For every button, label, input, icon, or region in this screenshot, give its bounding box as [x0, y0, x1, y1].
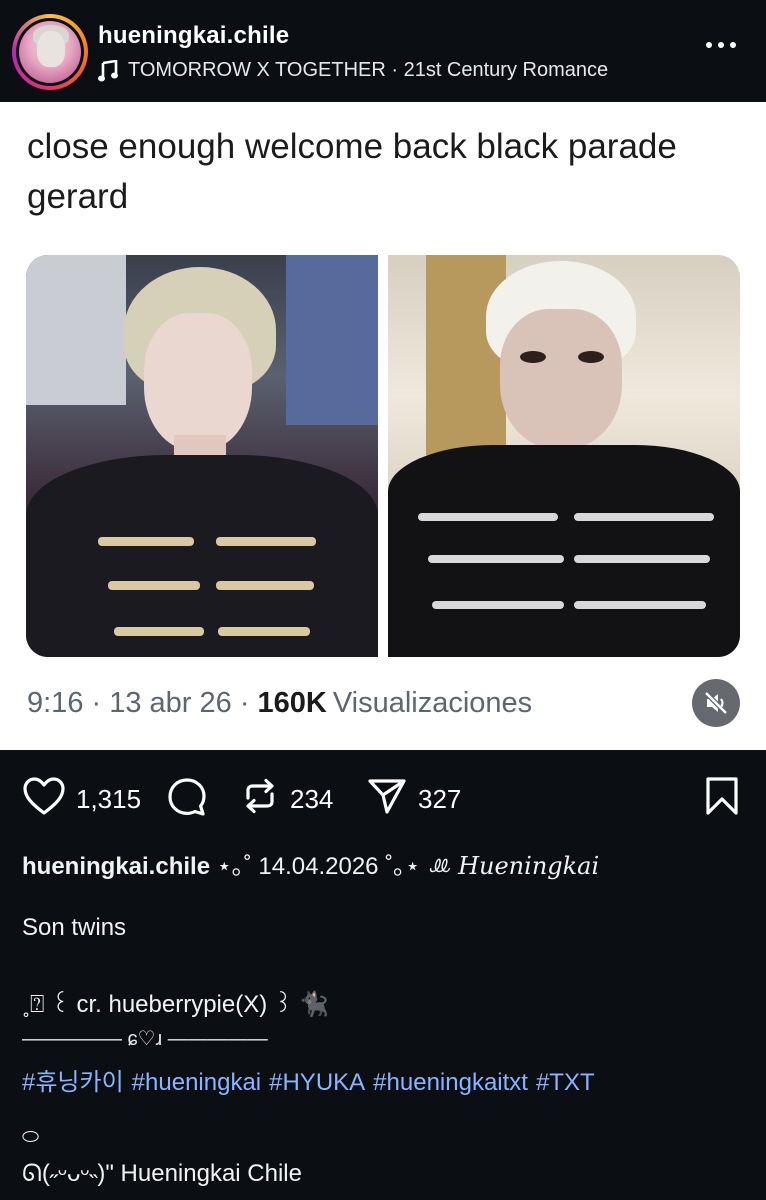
views-label: Visualizaciones [332, 687, 533, 719]
music-note-icon [98, 58, 118, 82]
hashtag-link[interactable]: #휴닝카이 [22, 1069, 124, 1096]
hashtag-link[interactable]: #HYUKA [269, 1069, 365, 1096]
caption-date: ⋆｡˚ 14.04.2026 ˚｡⋆ [216, 853, 421, 880]
caption-text: Son twins [22, 914, 127, 941]
action-bar: 1,315 234 327 [0, 750, 766, 840]
repost-icon [240, 776, 280, 823]
avatar[interactable] [12, 14, 88, 90]
bookmark-icon [704, 776, 740, 823]
hashtag-list: #휴닝카이 #hueningkai #HYUKA #hueningkaitxt #TXT [22, 1062, 603, 1097]
mute-icon[interactable] [692, 679, 740, 727]
repost-button[interactable]: 234 [240, 776, 333, 823]
username[interactable]: hueningkai.chile [98, 22, 289, 50]
tweet-time: 9:16 · 13 abr 26 · [27, 687, 250, 719]
photo-pair[interactable] [26, 255, 740, 657]
like-button[interactable]: 1,315 [22, 776, 141, 823]
like-count: 1,315 [76, 784, 142, 814]
caption-signature: ꔛ Hueningkai [426, 852, 600, 880]
caption-credit: ˳⍰ ꒰ cr. hueberrypie(X) ꒱ 🐈‍⬛ [22, 991, 330, 1018]
caption-username[interactable]: hueningkai.chile [22, 853, 210, 880]
share-button[interactable]: 327 [366, 776, 461, 823]
heart-icon [22, 776, 66, 823]
music-track-label: TOMORROW X TOGETHER · 21st Century Roman… [128, 59, 609, 81]
share-icon [366, 776, 408, 823]
photo-right [388, 255, 740, 657]
caption-small-mark: ⬭ [22, 1126, 40, 1148]
post-header: hueningkai.chile TOMORROW X TOGETHER · 2… [0, 0, 766, 102]
photo-left [26, 255, 378, 657]
music-track[interactable]: TOMORROW X TOGETHER · 21st Century Roman… [98, 58, 609, 82]
caption-footer: ᘏ(˶ᵕᴗᵕ˵)" Hueningkai Chile [22, 1160, 302, 1187]
hashtag-link[interactable]: #TXT [536, 1069, 595, 1096]
repost-count: 234 [290, 784, 334, 814]
caption-divider: ————— ɕ♡ɹ ————— [22, 1028, 268, 1050]
comment-icon [166, 776, 208, 825]
hashtag-link[interactable]: #hueningkaitxt [373, 1069, 528, 1096]
hashtag-link[interactable]: #hueningkai [132, 1069, 261, 1096]
tweet-text: close enough welcome back black parade g… [27, 127, 677, 216]
share-count: 327 [418, 784, 462, 814]
views-count: 160K [257, 687, 327, 719]
save-button[interactable] [704, 776, 740, 823]
post-media-card: close enough welcome back black parade g… [0, 102, 766, 750]
tweet-meta: 9:16 · 13 abr 26 · 160K Visualizaciones [27, 687, 532, 720]
more-icon[interactable] [706, 42, 736, 48]
comment-button[interactable] [166, 776, 208, 825]
caption-header: hueningkai.chile ⋆｡˚ 14.04.2026 ˚｡⋆ ꔛ Hu… [22, 846, 599, 881]
